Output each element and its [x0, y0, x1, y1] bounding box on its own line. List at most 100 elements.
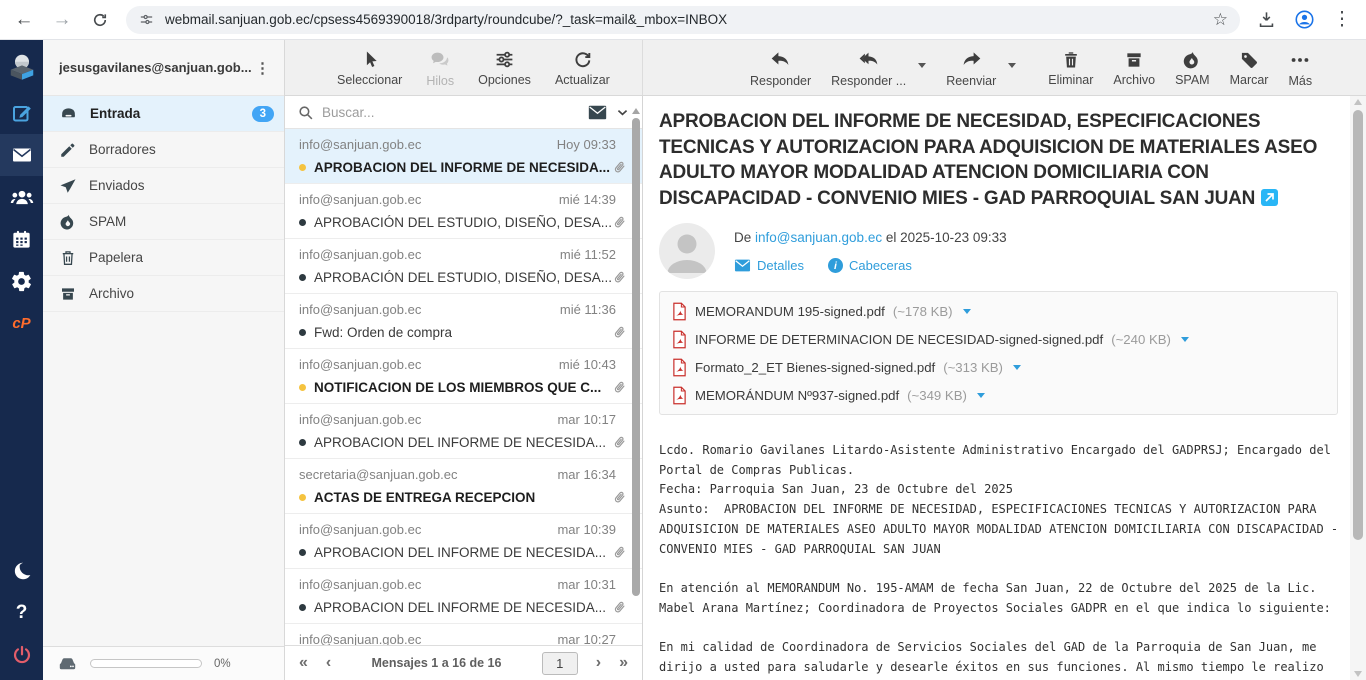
spam-button[interactable]: SPAM: [1175, 50, 1210, 87]
attachment-menu-caret[interactable]: [1013, 365, 1021, 370]
folder-entrada[interactable]: Entrada 3: [43, 96, 284, 132]
info-icon: i: [828, 258, 843, 273]
attachment-row[interactable]: INFORME DE DETERMINACION DE NECESIDAD-si…: [672, 325, 1325, 353]
message-list-item[interactable]: info@sanjuan.gob.ec mié 10:43 NOTIFICACI…: [285, 349, 642, 404]
bookmark-star-icon[interactable]: ☆: [1213, 10, 1228, 30]
profile-avatar-icon[interactable]: [1292, 8, 1316, 32]
mail-view-icon[interactable]: [588, 105, 607, 120]
attachment-name[interactable]: MEMORANDUM 195-signed.pdf: [695, 304, 885, 319]
scrollbar-up-arrow[interactable]: [1354, 99, 1362, 105]
attachment-name[interactable]: MEMORÁNDUM Nº937-signed.pdf: [695, 388, 899, 403]
message-date: mar 10:27: [557, 632, 616, 645]
message-subject: APROBACION DEL INFORME DE NECESIDA...: [314, 160, 611, 175]
message-list-item[interactable]: info@sanjuan.gob.ec mar 10:39 APROBACION…: [285, 514, 642, 569]
attachment-size: (~313 KB): [943, 360, 1003, 375]
cpanel-logo[interactable]: cP: [0, 302, 43, 344]
reading-pane-scrollbar[interactable]: [1350, 96, 1366, 680]
forward-button[interactable]: Reenviar: [946, 48, 996, 88]
folder-archivo[interactable]: Archivo: [43, 276, 284, 312]
back-icon[interactable]: ←: [12, 8, 36, 32]
next-page-icon[interactable]: ›: [596, 655, 601, 671]
help-icon[interactable]: ?: [0, 592, 43, 634]
site-settings-icon[interactable]: [138, 11, 155, 28]
attachment-paperclip-icon: [611, 159, 628, 176]
folder-spam[interactable]: SPAM: [43, 204, 284, 240]
mark-button[interactable]: Marcar: [1230, 50, 1269, 87]
last-page-icon[interactable]: »: [619, 655, 628, 671]
attachment-menu-caret[interactable]: [977, 393, 985, 398]
download-icon[interactable]: [1254, 8, 1278, 32]
calendar-nav-button[interactable]: [0, 218, 43, 260]
reply-all-menu-caret[interactable]: [918, 63, 926, 68]
chevron-down-icon[interactable]: [615, 105, 630, 120]
attachment-menu-caret[interactable]: [963, 309, 971, 314]
logout-power-icon[interactable]: [0, 634, 43, 676]
quota-progress-bar: [90, 659, 202, 668]
send-icon: [59, 177, 77, 195]
read-status-dot: [299, 384, 306, 391]
forward-icon[interactable]: →: [50, 8, 74, 32]
attachment-row[interactable]: Formato_2_ET Bienes-signed-signed.pdf (~…: [672, 353, 1325, 381]
scrollbar-thumb[interactable]: [632, 118, 640, 596]
previous-page-icon[interactable]: ‹: [326, 655, 331, 671]
reload-icon[interactable]: [88, 8, 112, 32]
message-list-item[interactable]: info@sanjuan.gob.ec mar 10:31 APROBACION…: [285, 569, 642, 624]
open-in-new-window-icon[interactable]: [1261, 189, 1278, 206]
message-list-item[interactable]: info@sanjuan.gob.ec mié 14:39 APROBACIÓN…: [285, 184, 642, 239]
contacts-nav-button[interactable]: [0, 176, 43, 218]
message-sender: info@sanjuan.gob.ec: [299, 302, 560, 317]
dark-mode-icon[interactable]: [0, 550, 43, 592]
main-toolbar: Seleccionar Hilos Opciones: [285, 40, 1366, 96]
refresh-button[interactable]: Actualizar: [555, 49, 610, 87]
message-list-item[interactable]: info@sanjuan.gob.ec mié 11:52 APROBACIÓN…: [285, 239, 642, 294]
quota-percentage: 0%: [214, 658, 231, 670]
attachment-row[interactable]: MEMORANDUM 195-signed.pdf (~178 KB): [672, 297, 1325, 325]
message-list-item[interactable]: secretaria@sanjuan.gob.ec mar 16:34 ACTA…: [285, 459, 642, 514]
sender-email-link[interactable]: info@sanjuan.gob.ec: [755, 230, 882, 245]
attachment-name[interactable]: INFORME DE DETERMINACION DE NECESIDAD-si…: [695, 332, 1103, 347]
options-button[interactable]: Opciones: [478, 49, 531, 87]
select-button[interactable]: Seleccionar: [337, 49, 402, 87]
attachment-paperclip-icon: [611, 434, 628, 451]
scrollbar-down-arrow[interactable]: [1354, 671, 1362, 677]
attachment-name[interactable]: Formato_2_ET Bienes-signed-signed.pdf: [695, 360, 935, 375]
message-sender: info@sanjuan.gob.ec: [299, 357, 559, 372]
reply-all-button[interactable]: Responder ...: [831, 48, 906, 88]
account-menu-icon[interactable]: ⋮: [251, 59, 274, 77]
folder-enviados[interactable]: Enviados: [43, 168, 284, 204]
first-page-icon[interactable]: «: [299, 655, 308, 671]
attachment-row[interactable]: MEMORÁNDUM Nº937-signed.pdf (~349 KB): [672, 381, 1325, 409]
threads-button[interactable]: Hilos: [426, 49, 454, 88]
message-list-item[interactable]: info@sanjuan.gob.ec mar 10:27: [285, 624, 642, 645]
scrollbar-up-arrow[interactable]: [632, 108, 640, 114]
more-button[interactable]: Más: [1288, 49, 1312, 88]
forward-menu-caret[interactable]: [1008, 63, 1016, 68]
details-link[interactable]: Detalles: [734, 258, 804, 273]
read-status-dot: [299, 549, 306, 556]
message-sender: info@sanjuan.gob.ec: [299, 412, 557, 427]
attachment-menu-caret[interactable]: [1181, 337, 1189, 342]
message-subject: APROBACION DEL INFORME DE NECESIDA...: [314, 435, 611, 450]
delete-button[interactable]: Eliminar: [1048, 50, 1093, 87]
folder-borradores[interactable]: Borradores: [43, 132, 284, 168]
mail-nav-button[interactable]: [0, 134, 43, 176]
message-list-item[interactable]: info@sanjuan.gob.ec mar 10:17 APROBACION…: [285, 404, 642, 459]
browser-toolbar: ← → webmail.sanjuan.gob.ec/cpsess4569390…: [0, 0, 1366, 40]
message-list-item[interactable]: info@sanjuan.gob.ec Hoy 09:33 APROBACION…: [285, 129, 642, 184]
browser-menu-icon[interactable]: ⋮: [1330, 8, 1354, 32]
headers-link[interactable]: i Cabeceras: [828, 258, 912, 273]
archive-button[interactable]: Archivo: [1113, 50, 1155, 87]
compose-button[interactable]: [0, 92, 43, 134]
settings-nav-button[interactable]: [0, 260, 43, 302]
pagination-label: Mensajes 1 a 16 de 16: [349, 656, 524, 670]
message-list-item[interactable]: info@sanjuan.gob.ec mié 11:36 Fwd: Orden…: [285, 294, 642, 349]
address-bar[interactable]: webmail.sanjuan.gob.ec/cpsess4569390018/…: [126, 6, 1240, 34]
search-input[interactable]: [322, 105, 580, 120]
scrollbar-thumb[interactable]: [1353, 110, 1363, 540]
reply-button[interactable]: Responder: [750, 48, 811, 88]
message-date: mar 10:31: [557, 577, 616, 592]
folder-papelera[interactable]: Papelera: [43, 240, 284, 276]
attachments-box: MEMORANDUM 195-signed.pdf (~178 KB) INFO…: [659, 291, 1338, 415]
list-scrollbar[interactable]: [631, 108, 641, 676]
page-number-input[interactable]: [542, 652, 578, 675]
